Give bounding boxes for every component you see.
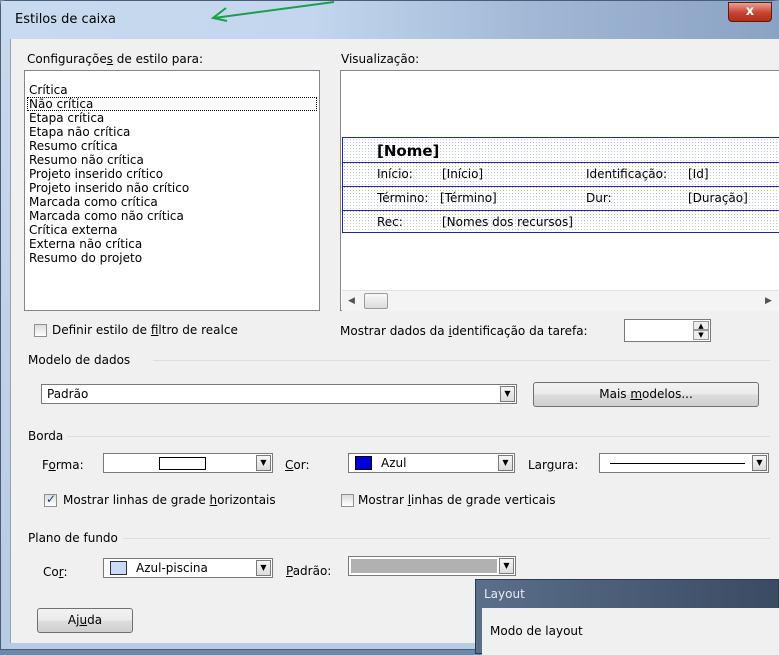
chevron-down-icon[interactable]: ▼ <box>256 455 271 471</box>
background-color-label: Cor: <box>43 565 68 579</box>
background-section: Plano de fundo <box>28 531 118 545</box>
preview-divider <box>343 210 779 211</box>
box-styles-window: Estilos de caixa x Configurações de esti… <box>0 0 779 650</box>
preview-id-value: [Id] <box>688 167 709 181</box>
preview-dur-value: [Duração] <box>688 191 748 205</box>
data-template-select[interactable]: Padrão ▼ <box>41 384 517 404</box>
preview-start-label: Início: <box>377 167 413 181</box>
scroll-right-icon[interactable]: ▶ <box>765 296 772 306</box>
scroll-left-icon[interactable]: ◀ <box>348 296 355 306</box>
preview-horizontal-scrollbar[interactable]: ◀ ▶ <box>342 290 779 311</box>
border-width-line <box>610 463 745 464</box>
layout-dialog-client: Modo de layout <box>482 608 779 655</box>
list-item[interactable]: Crítica <box>27 83 317 97</box>
vertical-grid-label: Mostrar linhas de grade verticais <box>358 493 556 507</box>
background-color-swatch <box>110 561 127 575</box>
preview-finish-label: Término: <box>377 191 429 205</box>
layout-mode-section: Modo de layout <box>490 624 583 638</box>
preview-divider <box>343 186 779 187</box>
list-item[interactable]: Projeto inserido crítico <box>27 167 317 181</box>
background-color-value: Azul-piscina <box>136 561 208 575</box>
highlight-filter-label: Definir estilo de filtro de realce <box>52 323 238 337</box>
border-color-swatch <box>355 456 372 470</box>
list-item[interactable]: Projeto inserido não crítico <box>27 181 317 195</box>
more-templates-button[interactable]: Mais modelos... <box>533 382 759 407</box>
highlight-filter-checkbox[interactable] <box>34 324 47 337</box>
border-shape-label: Forma: <box>42 458 84 472</box>
task-id-label: Mostrar dados da identificação da tarefa… <box>340 324 588 338</box>
border-shape-select[interactable]: ▼ <box>103 453 273 473</box>
preview-divider <box>343 162 779 163</box>
pattern-swatch <box>351 559 497 573</box>
chevron-down-icon[interactable]: ▼ <box>498 455 513 471</box>
annotation-arrow-icon <box>210 1 335 22</box>
background-color-select[interactable]: Azul-piscina ▼ <box>103 558 273 578</box>
list-item[interactable]: Resumo do projeto <box>27 251 317 265</box>
list-item[interactable]: Marcada como não crítica <box>27 209 317 223</box>
stepper-up-icon[interactable]: ▲ <box>693 321 709 330</box>
list-item[interactable]: Etapa crítica <box>27 111 317 125</box>
preview-label: Visualização: <box>341 52 420 66</box>
list-item[interactable]: Resumo crítica <box>27 139 317 153</box>
scroll-thumb[interactable] <box>364 293 388 309</box>
preview-res-label: Rec: <box>377 215 403 229</box>
horizontal-grid-checkbox[interactable]: ✓ <box>44 492 57 507</box>
border-shape-swatch <box>159 457 206 470</box>
chevron-down-icon[interactable]: ▼ <box>500 386 515 402</box>
preview-box: [Nome] Início: [Início] Identificação: [… <box>342 137 779 233</box>
layout-dialog[interactable]: Layout Modo de layout <box>475 579 779 655</box>
list-item[interactable]: Resumo não crítica <box>27 153 317 167</box>
preview-start-value: [Início] <box>442 167 484 181</box>
section-divider <box>123 538 770 539</box>
preview-finish-value: [Término] <box>440 191 497 205</box>
stepper-down-icon[interactable]: ▼ <box>693 330 709 340</box>
list-item[interactable]: Marcada como crítica <box>27 195 317 209</box>
border-section: Borda <box>28 429 64 443</box>
chevron-down-icon[interactable]: ▼ <box>752 455 767 471</box>
list-item[interactable]: Etapa não crítica <box>27 125 317 139</box>
preview-pane: [Nome] Início: [Início] Identificação: [… <box>340 70 779 311</box>
border-width-label: Largura: <box>528 458 579 472</box>
list-item[interactable]: Externa não crítica <box>27 237 317 251</box>
style-settings-label: Configurações de estilo para: <box>27 52 204 66</box>
preview-id-label: Identificação: <box>586 167 668 181</box>
preview-res-value: [Nomes dos recursos] <box>442 215 573 229</box>
list-item-selected[interactable]: Não crítica <box>27 97 317 111</box>
background-pattern-select[interactable]: ▼ <box>348 556 516 576</box>
vertical-grid-checkbox[interactable] <box>341 494 354 507</box>
style-list[interactable]: Crítica Não crítica Etapa crítica Etapa … <box>24 70 320 311</box>
window-title: Estilos de caixa <box>15 12 116 27</box>
help-button[interactable]: Ajuda <box>37 608 133 633</box>
section-divider <box>67 436 770 437</box>
title-bar[interactable]: Estilos de caixa x <box>1 1 779 39</box>
close-icon: x <box>745 4 755 19</box>
border-width-select[interactable]: ▼ <box>599 453 769 473</box>
close-button[interactable]: x <box>728 2 772 22</box>
chevron-down-icon[interactable]: ▼ <box>499 558 514 574</box>
horizontal-grid-label: Mostrar linhas de grade horizontais <box>63 493 276 507</box>
data-template-section: Modelo de dados <box>28 353 131 367</box>
data-template-value: Padrão <box>47 387 89 401</box>
checkmark-icon: ✓ <box>46 492 57 506</box>
border-color-select[interactable]: Azul ▼ <box>348 453 515 473</box>
background-pattern-label: Padrão: <box>286 564 332 578</box>
preview-name: [Nome] <box>377 142 440 160</box>
border-color-value: Azul <box>381 456 407 470</box>
list-item[interactable]: Crítica externa <box>27 223 317 237</box>
preview-dur-label: Dur: <box>586 191 612 205</box>
layout-dialog-title: Layout <box>484 587 525 601</box>
section-divider <box>153 360 770 361</box>
chevron-down-icon[interactable]: ▼ <box>256 560 271 576</box>
border-color-label: Cor: <box>285 458 310 472</box>
task-id-stepper[interactable]: ▲ ▼ <box>624 319 711 342</box>
